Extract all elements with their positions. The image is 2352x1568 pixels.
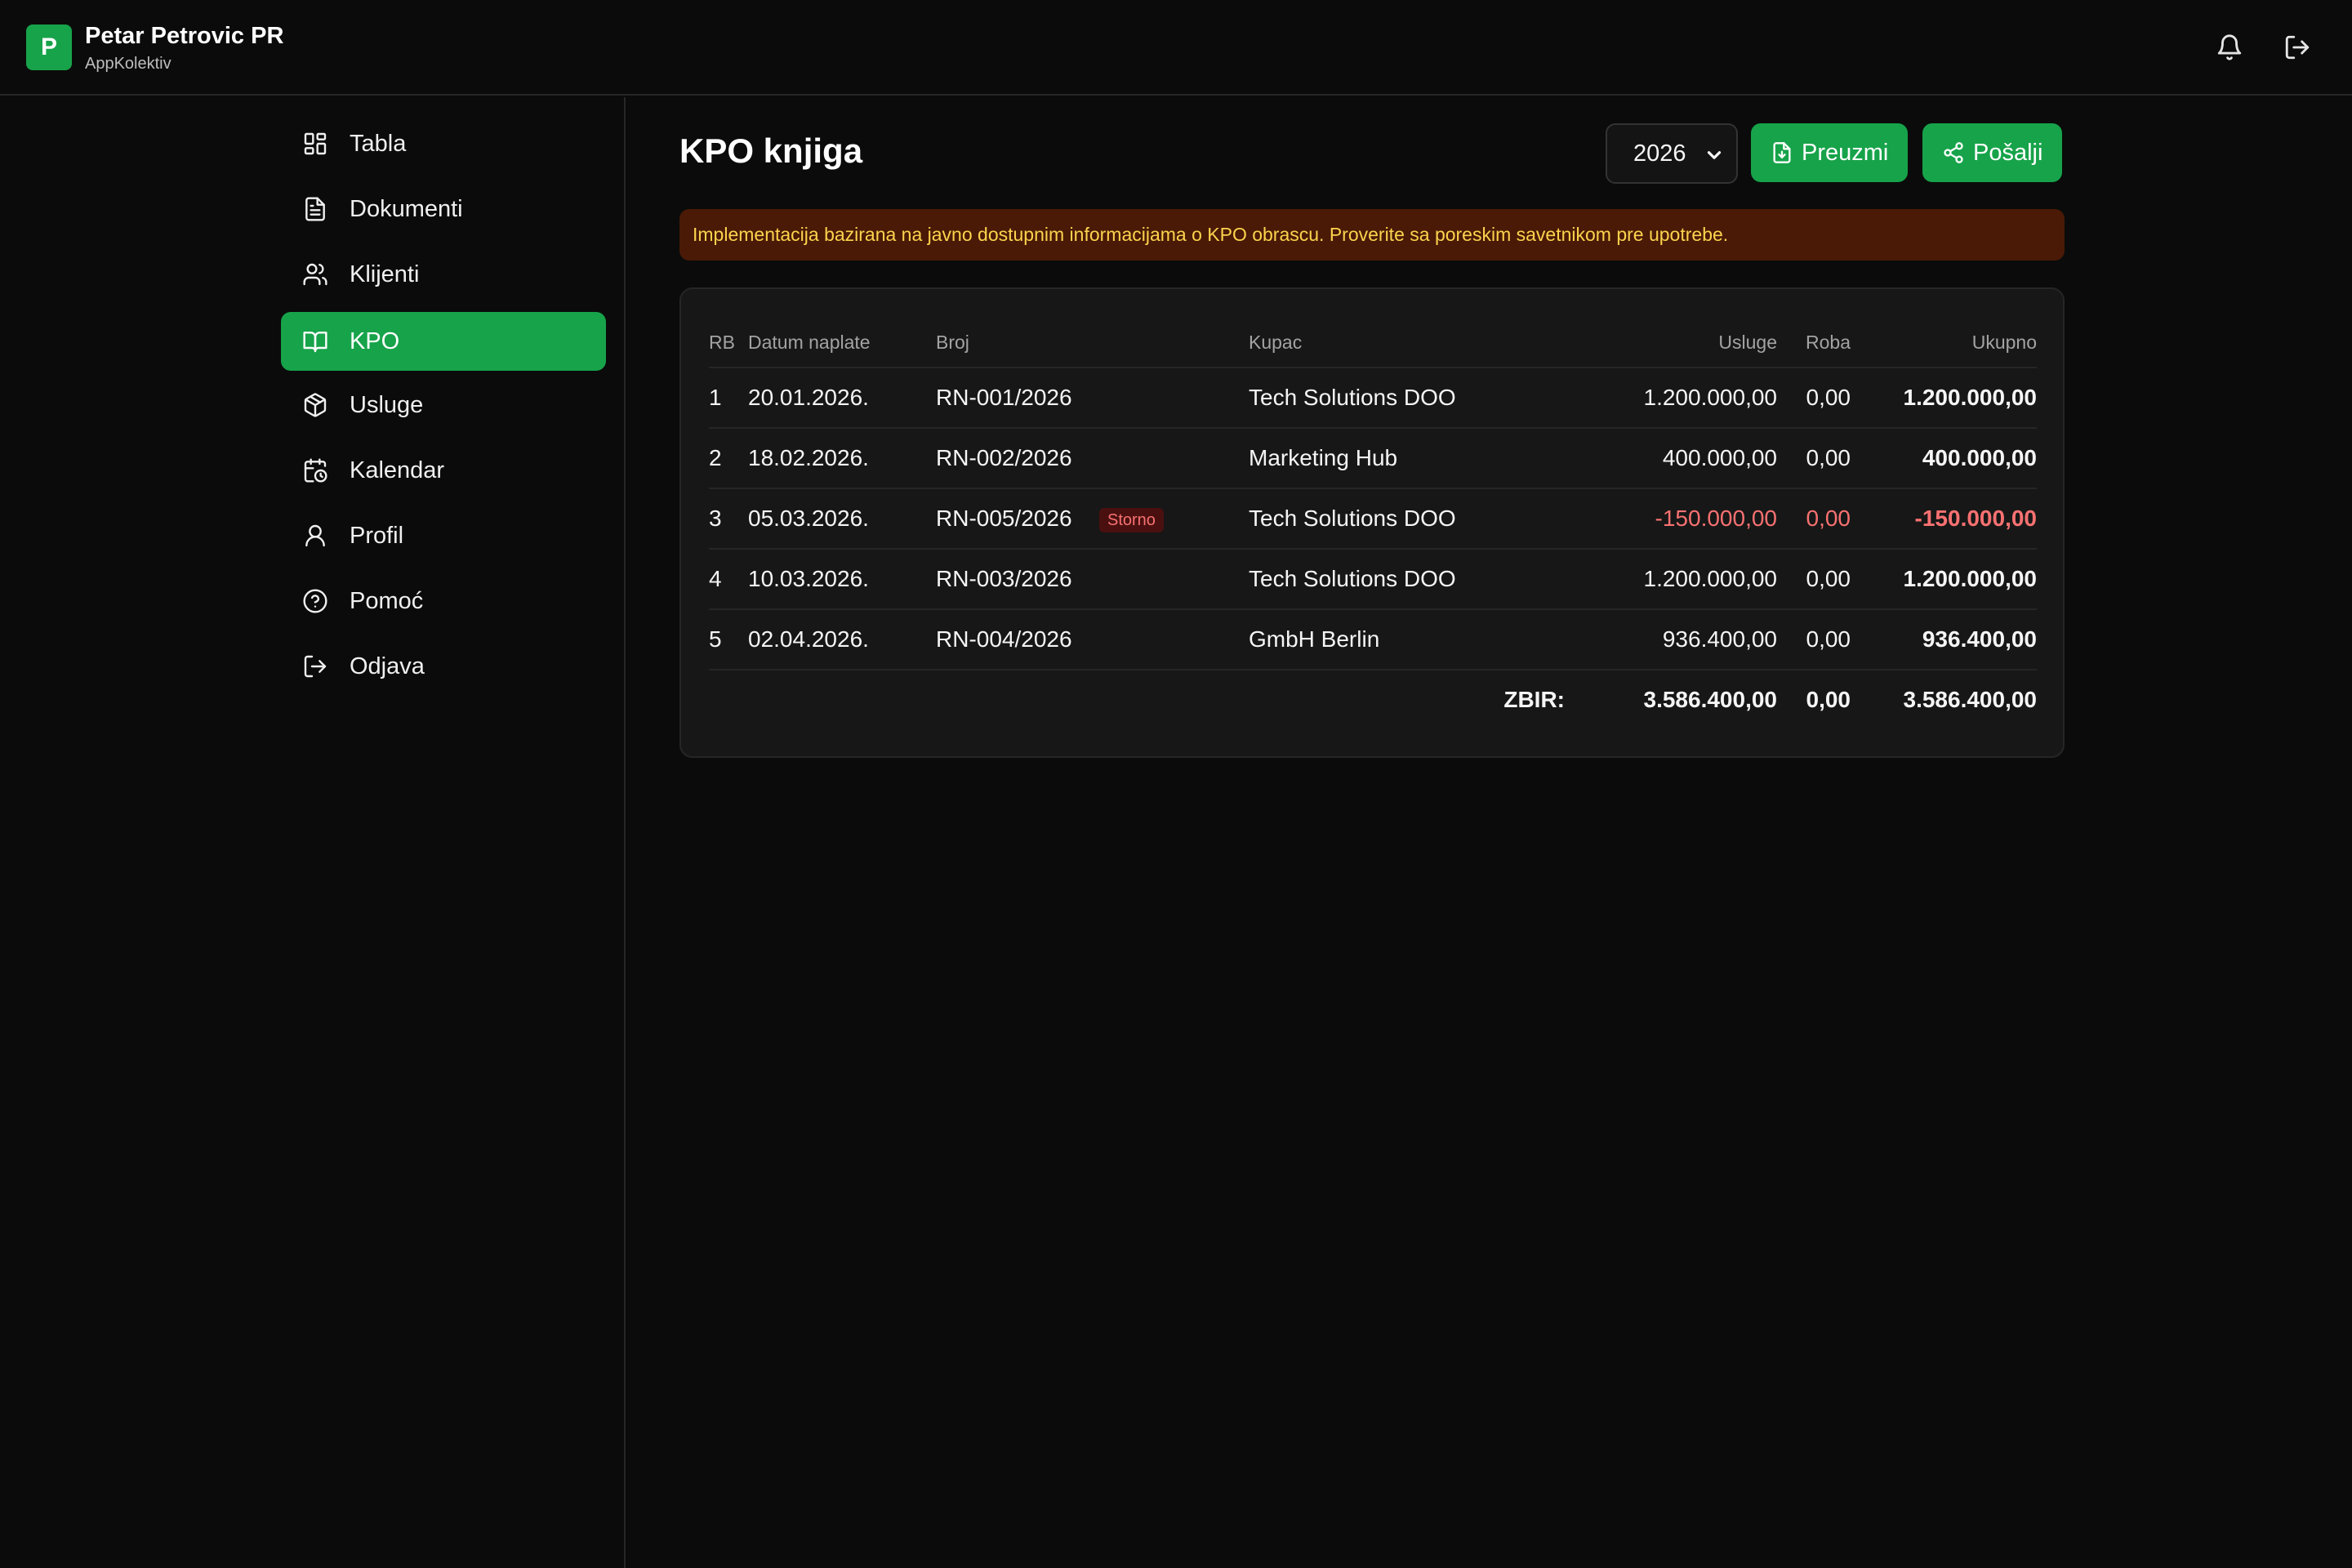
- cell-datum: 02.04.2026.: [748, 626, 869, 652]
- logout-icon[interactable]: [2279, 29, 2315, 65]
- download-label: Preuzmi: [1802, 139, 1889, 166]
- divider: [709, 488, 2037, 489]
- sidebar-item-label: Pomoć: [350, 587, 424, 614]
- divider: [709, 669, 2037, 670]
- help-icon: [301, 586, 330, 616]
- cell-usluge: 400.000,00: [1662, 445, 1777, 470]
- sidebar-item-label: Tabla: [350, 130, 407, 157]
- bell-icon[interactable]: [2212, 29, 2247, 65]
- cell-ukupno: 936.400,00: [1922, 626, 2037, 652]
- cell-kupac: Tech Solutions DOO: [1249, 566, 1456, 591]
- sidebar-item-dokumenti[interactable]: Dokumenti: [281, 180, 606, 238]
- logout-icon: [301, 652, 330, 681]
- cell-rb: 1: [709, 385, 722, 410]
- sidebar-item-kpo[interactable]: KPO: [281, 312, 606, 371]
- sidebar-item-odjava[interactable]: Odjava: [281, 637, 606, 696]
- year-select[interactable]: 2026: [1606, 123, 1738, 184]
- cell-usluge: 1.200.000,00: [1643, 566, 1778, 591]
- cell-usluge: -150.000,00: [1655, 506, 1777, 531]
- cell-roba: 0,00: [1806, 566, 1851, 591]
- top-bar: P Petar Petrovic PR AppKolektiv: [0, 0, 2352, 96]
- send-label: Pošalji: [1973, 139, 2043, 166]
- page-title: KPO knjiga: [679, 131, 863, 170]
- totals-roba: 0,00: [1806, 687, 1851, 712]
- cell-kupac: Marketing Hub: [1249, 445, 1398, 470]
- sidebar-item-tabla[interactable]: Tabla: [281, 114, 606, 173]
- cell-kupac: Tech Solutions DOO: [1249, 385, 1456, 410]
- book-icon: [301, 327, 330, 356]
- sidebar-item-label: Profil: [350, 522, 404, 549]
- sidebar-item-pomoc[interactable]: Pomoć: [281, 572, 606, 630]
- cell-kupac: Tech Solutions DOO: [1249, 506, 1456, 531]
- header-datum: Datum naplate: [748, 332, 871, 353]
- document-icon: [301, 194, 330, 224]
- cell-ukupno: 1.200.000,00: [1903, 566, 2038, 591]
- sidebar-item-profil[interactable]: Profil: [281, 506, 606, 565]
- header-roba: Roba: [1806, 332, 1851, 353]
- cell-ukupno: 400.000,00: [1922, 445, 2037, 470]
- cell-datum: 05.03.2026.: [748, 506, 869, 531]
- header-rb: RB: [709, 332, 735, 353]
- user-icon: [301, 521, 330, 550]
- cell-broj: RN-002/2026: [936, 445, 1072, 470]
- cell-broj: RN-001/2026: [936, 385, 1072, 410]
- sidebar-item-label: Dokumenti: [350, 195, 463, 222]
- dashboard-icon: [301, 129, 330, 158]
- chevron-down-icon: [1704, 145, 1725, 172]
- cell-rb: 4: [709, 566, 722, 591]
- cell-roba: 0,00: [1806, 506, 1851, 531]
- sidebar: Tabla Dokumenti Klijenti KPO Usluge Kale…: [0, 97, 626, 1568]
- header-usluge: Usluge: [1718, 332, 1777, 353]
- cell-usluge: 1.200.000,00: [1643, 385, 1778, 410]
- cell-datum: 18.02.2026.: [748, 445, 869, 470]
- sidebar-item-klijenti[interactable]: Klijenti: [281, 245, 606, 304]
- cell-rb: 3: [709, 506, 722, 531]
- divider: [709, 548, 2037, 550]
- cell-broj: RN-005/2026: [936, 506, 1072, 531]
- send-button[interactable]: Pošalji: [1922, 123, 2063, 182]
- sidebar-item-label: Usluge: [350, 391, 424, 418]
- cell-roba: 0,00: [1806, 385, 1851, 410]
- header-broj: Broj: [936, 332, 969, 353]
- cell-roba: 0,00: [1806, 445, 1851, 470]
- cell-broj: RN-004/2026: [936, 626, 1072, 652]
- main-content: KPO knjiga 2026 Preuzmi Pošalji Implemen…: [627, 97, 2352, 1568]
- file-download-icon: [1771, 141, 1793, 164]
- cell-ukupno: -150.000,00: [1914, 506, 2037, 531]
- sidebar-item-label: Kalendar: [350, 457, 445, 483]
- box-icon: [301, 390, 330, 420]
- totals-usluge: 3.586.400,00: [1643, 687, 1778, 712]
- cell-datum: 10.03.2026.: [748, 566, 869, 591]
- totals-ukupno: 3.586.400,00: [1903, 687, 2038, 712]
- storno-badge: Storno: [1099, 508, 1164, 532]
- cell-usluge: 936.400,00: [1662, 626, 1777, 652]
- year-value: 2026: [1633, 140, 1686, 167]
- cell-rb: 2: [709, 445, 722, 470]
- cell-broj: RN-003/2026: [936, 566, 1072, 591]
- sidebar-item-label: KPO: [350, 327, 400, 354]
- cell-rb: 5: [709, 626, 722, 652]
- sidebar-item-kalendar[interactable]: Kalendar: [281, 441, 606, 500]
- sidebar-item-usluge[interactable]: Usluge: [281, 376, 606, 434]
- kpo-table: RB Datum naplate Broj Kupac Usluge Roba …: [679, 287, 2065, 758]
- cell-roba: 0,00: [1806, 626, 1851, 652]
- divider: [709, 367, 2037, 368]
- download-button[interactable]: Preuzmi: [1751, 123, 1909, 182]
- divider: [709, 608, 2037, 610]
- header-ukupno: Ukupno: [1971, 332, 2037, 353]
- sidebar-item-label: Klijenti: [350, 261, 420, 287]
- calendar-icon: [301, 456, 330, 485]
- users-icon: [301, 260, 330, 289]
- cell-ukupno: 1.200.000,00: [1903, 385, 2038, 410]
- share-icon: [1942, 141, 1965, 164]
- app-subtitle: AppKolektiv: [85, 55, 172, 73]
- divider: [709, 427, 2037, 429]
- sidebar-item-label: Odjava: [350, 653, 425, 679]
- cell-datum: 20.01.2026.: [748, 385, 869, 410]
- company-name: Petar Petrovic PR: [85, 23, 284, 49]
- disclaimer-notice: Implementacija bazirana na javno dostupn…: [679, 209, 2065, 261]
- header-kupac: Kupac: [1249, 332, 1303, 353]
- cell-kupac: GmbH Berlin: [1249, 626, 1380, 652]
- app-logo: P: [26, 24, 72, 70]
